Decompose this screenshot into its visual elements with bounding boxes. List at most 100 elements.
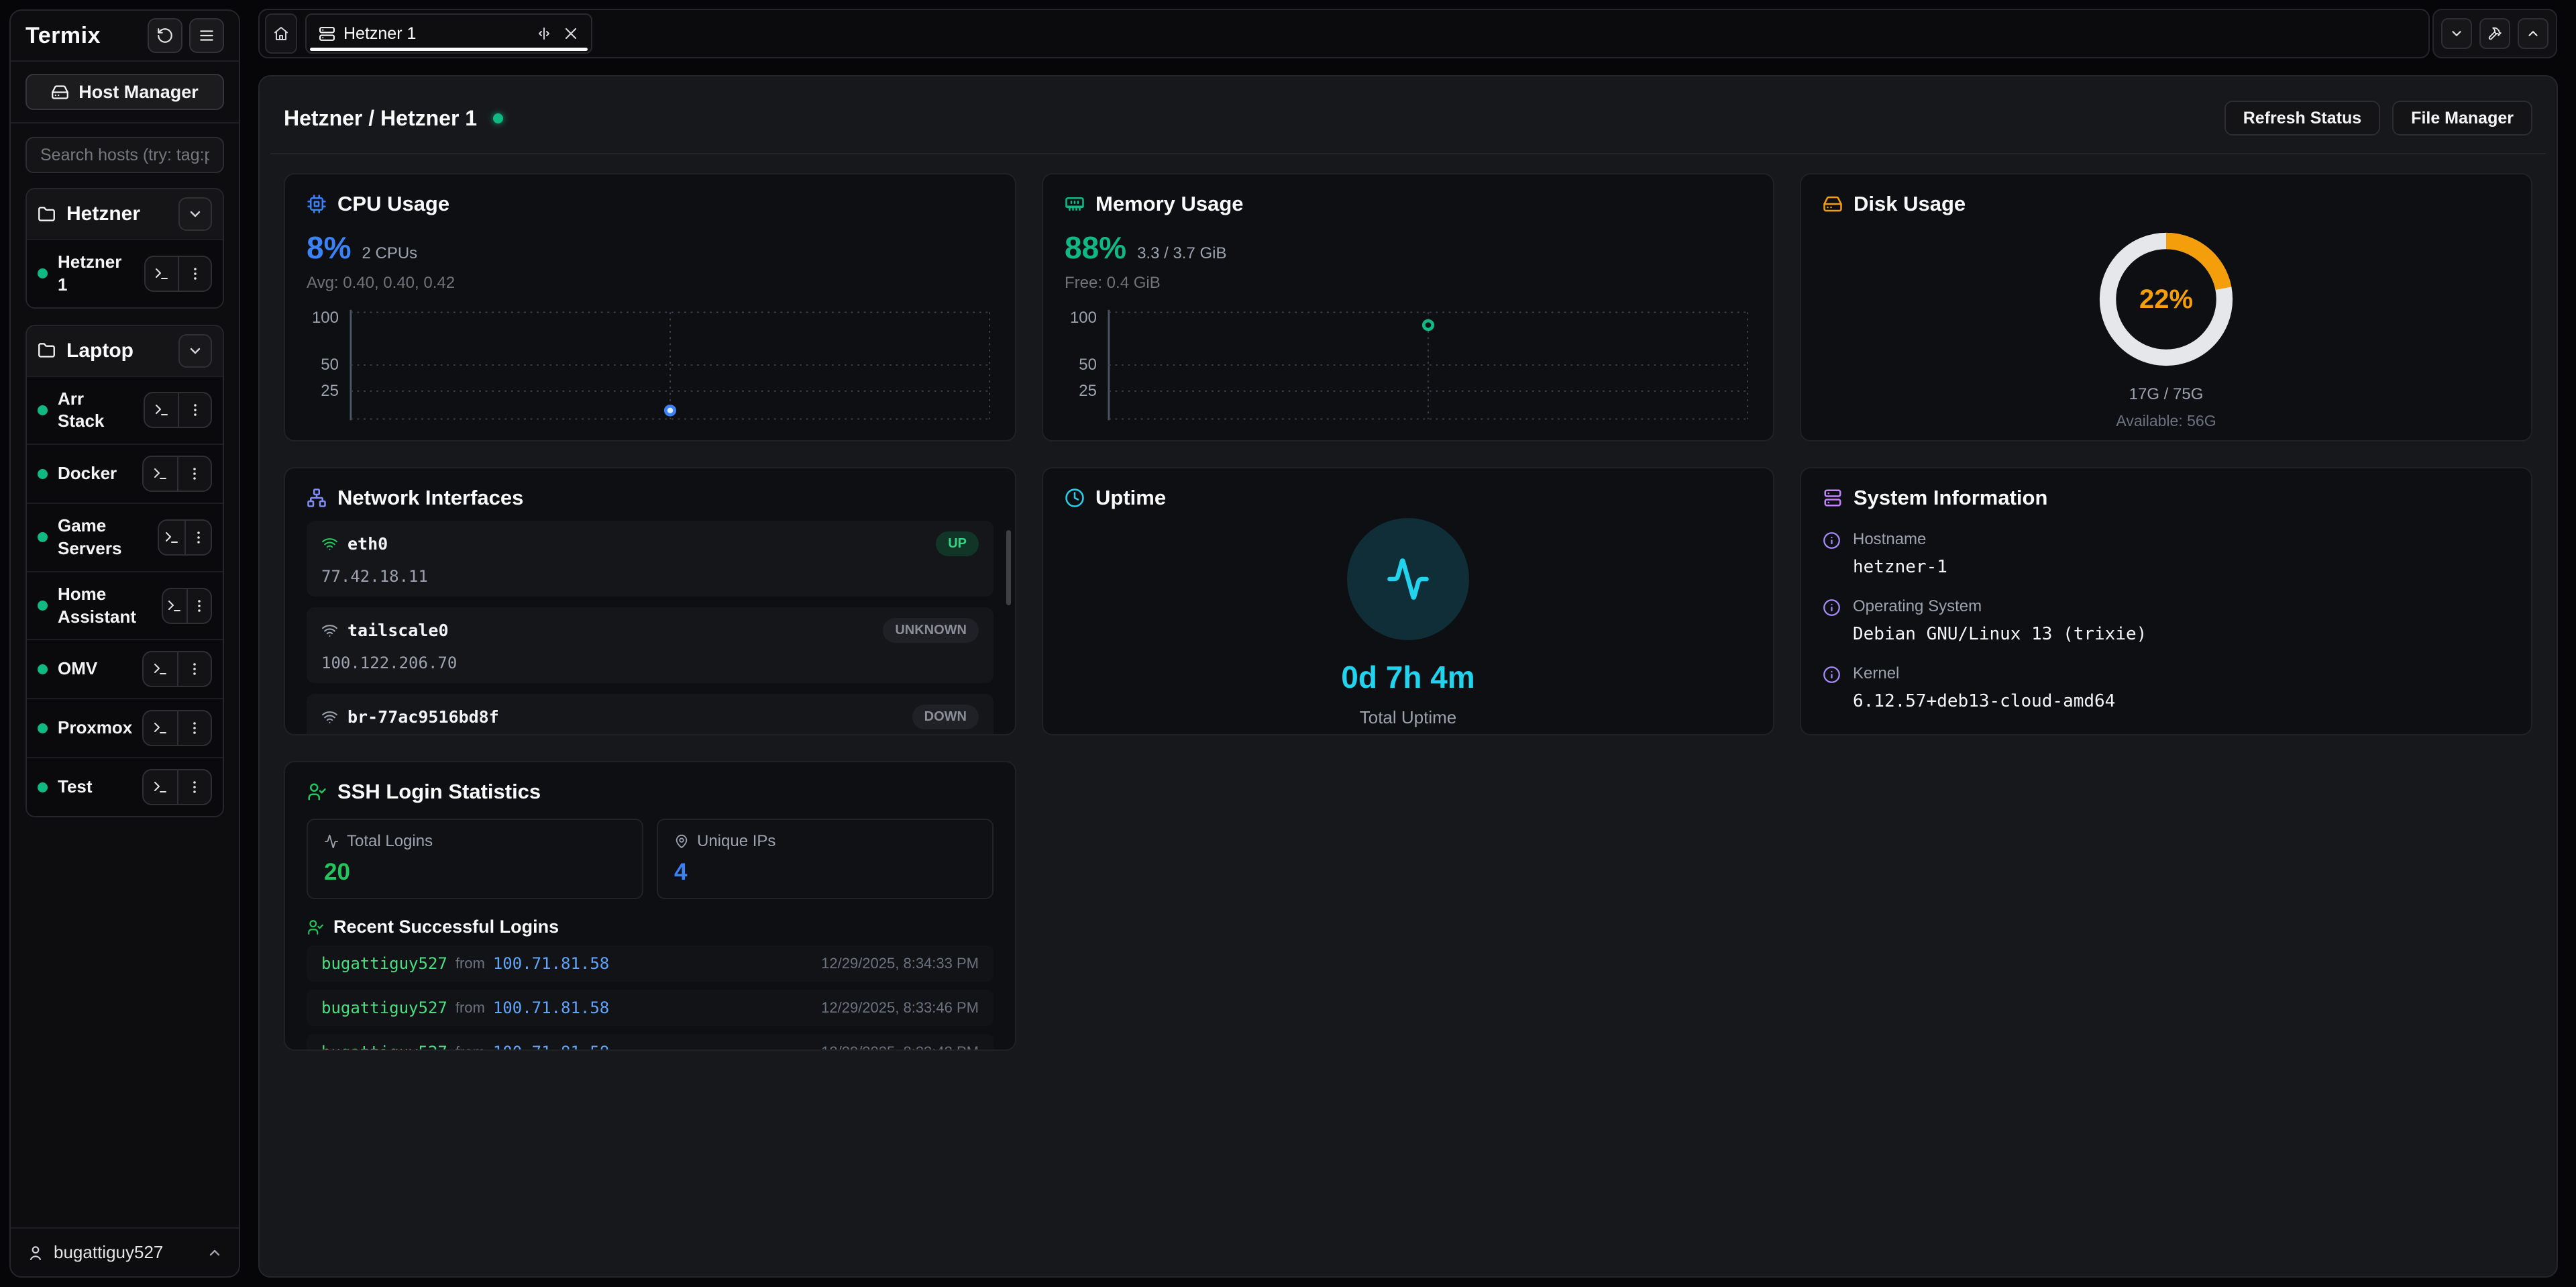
host-row[interactable]: Home Assistant [27,571,223,639]
collapse-group-button[interactable] [178,334,212,368]
open-terminal-button[interactable] [163,589,186,623]
close-tab-icon[interactable] [563,25,579,42]
ellipsis-vertical-icon [186,720,203,736]
sidebar-menu-button[interactable] [189,18,224,53]
host-online-dot [38,405,48,415]
interface-row[interactable]: eth0 UP 77.42.18.11 [307,521,994,597]
unique-ips-value: 4 [674,859,976,886]
interface-name: tailscale0 [347,621,449,640]
host-row[interactable]: Proxmox [27,698,223,757]
terminal-icon [152,466,168,482]
host-name: Proxmox [58,717,132,739]
interface-row[interactable]: tailscale0 UNKNOWN 100.122.206.70 [307,607,994,683]
hard-drive-icon [51,83,69,101]
scrollbar-thumb[interactable] [1006,530,1011,605]
host-row[interactable]: Game Servers [27,503,223,571]
host-more-menu-button[interactable] [177,652,211,686]
host-more-menu-button[interactable] [178,393,211,427]
ellipsis-vertical-icon [186,661,203,677]
host-manager-section: Host Manager [11,62,239,123]
expand-panel-button[interactable] [2518,18,2548,49]
open-terminal-button[interactable] [144,652,177,686]
refresh-status-button[interactable]: Refresh Status [2224,101,2380,136]
tab-hetzner-1[interactable]: Hetzner 1 [305,13,592,54]
collapse-group-button[interactable] [178,197,212,231]
chevron-down-icon [2449,26,2464,41]
tab-label: Hetzner 1 [343,24,416,44]
card-title: Memory Usage [1095,192,1244,216]
y-tick: 100 [1065,309,1097,327]
interface-row[interactable]: br-77ac9516bd8f DOWN 172.22.0.1 [307,694,994,735]
open-terminal-button[interactable] [145,393,178,427]
host-more-menu-button[interactable] [186,589,211,623]
wifi-icon [321,709,338,725]
group-name: Hetzner [66,203,140,225]
info-icon [1823,599,1841,644]
host-row[interactable]: Test [27,757,223,816]
search-input[interactable] [25,137,224,173]
memory-data-point [1424,321,1432,329]
memory-chart: 100 50 25 [1108,307,1749,423]
interface-status-badge: UP [936,531,979,556]
open-terminal-button[interactable] [144,770,177,804]
header-divider [270,153,2546,154]
split-view-icon[interactable] [536,25,552,42]
login-timestamp: 12/29/2025, 8:33:46 PM [821,999,979,1017]
host-more-menu-button[interactable] [177,770,211,804]
collapse-panel-button[interactable] [2441,18,2472,49]
open-terminal-button[interactable] [146,257,178,291]
host-more-menu-button[interactable] [177,457,211,491]
card-title: Disk Usage [1854,192,1966,216]
open-terminal-button[interactable] [144,457,177,491]
uptime-pulse-badge [1347,518,1469,640]
host-more-menu-button[interactable] [184,521,211,554]
login-user: bugattiguy527 [321,954,447,973]
user-icon [27,1244,44,1262]
recent-logins-title: Recent Successful Logins [333,917,559,937]
file-manager-button[interactable]: File Manager [2392,101,2532,136]
host-more-menu-button[interactable] [178,257,211,291]
total-logins-stat: Total Logins 20 [307,819,643,899]
system-info-row: Hostname hetzner-1 [1823,530,2510,577]
tab-strip: Hetzner 1 [258,9,2430,58]
rotate-ccw-icon [156,27,174,44]
user-menu[interactable]: bugattiguy527 [11,1227,239,1276]
host-manager-button[interactable]: Host Manager [25,74,224,110]
memory-usage-card: Memory Usage 88% 3.3 / 3.7 GiB Free: 0.4… [1042,173,1774,442]
host-name: Docker [58,462,117,485]
host-row[interactable]: Hetzner 1 [27,239,223,307]
host-more-menu-button[interactable] [177,711,211,745]
uptime-value: 0d 7h 4m [1341,659,1474,695]
y-tick: 100 [307,309,339,327]
chevron-down-icon [187,343,203,359]
ssh-login-statistics-card: SSH Login Statistics Total Logins 20 [284,761,1016,1051]
ellipsis-vertical-icon [186,779,203,795]
interface-name: br-77ac9516bd8f [347,707,499,727]
host-row[interactable]: Arr Stack [27,376,223,444]
hammer-icon [2487,26,2502,41]
open-terminal-button[interactable] [159,521,184,554]
open-terminal-button[interactable] [144,711,177,745]
login-from-label: from [455,999,485,1017]
refresh-hosts-button[interactable] [148,18,182,53]
login-from-label: from [455,955,485,972]
folder-icon [38,342,56,360]
host-name: Test [58,776,93,799]
network-icon [307,488,327,508]
sidebar-header: Termix [11,11,239,62]
tab-bar: Hetzner 1 [258,9,2557,58]
hamburger-menu-icon [198,27,215,44]
wifi-icon [321,535,338,552]
host-name: OMV [58,658,97,680]
info-icon [1823,531,1841,577]
tools-button[interactable] [2479,18,2510,49]
server-stats-panel: Hetzner / Hetzner 1 Refresh Status File … [258,75,2558,1278]
host-row[interactable]: OMV [27,639,223,698]
disk-available: Available: 56G [2116,412,2216,430]
stat-label: Unique IPs [697,832,775,851]
group-header[interactable]: Hetzner [27,189,223,239]
group-header[interactable]: Laptop [27,326,223,376]
home-button[interactable] [265,13,297,54]
terminal-icon [166,598,182,614]
host-row[interactable]: Docker [27,444,223,503]
